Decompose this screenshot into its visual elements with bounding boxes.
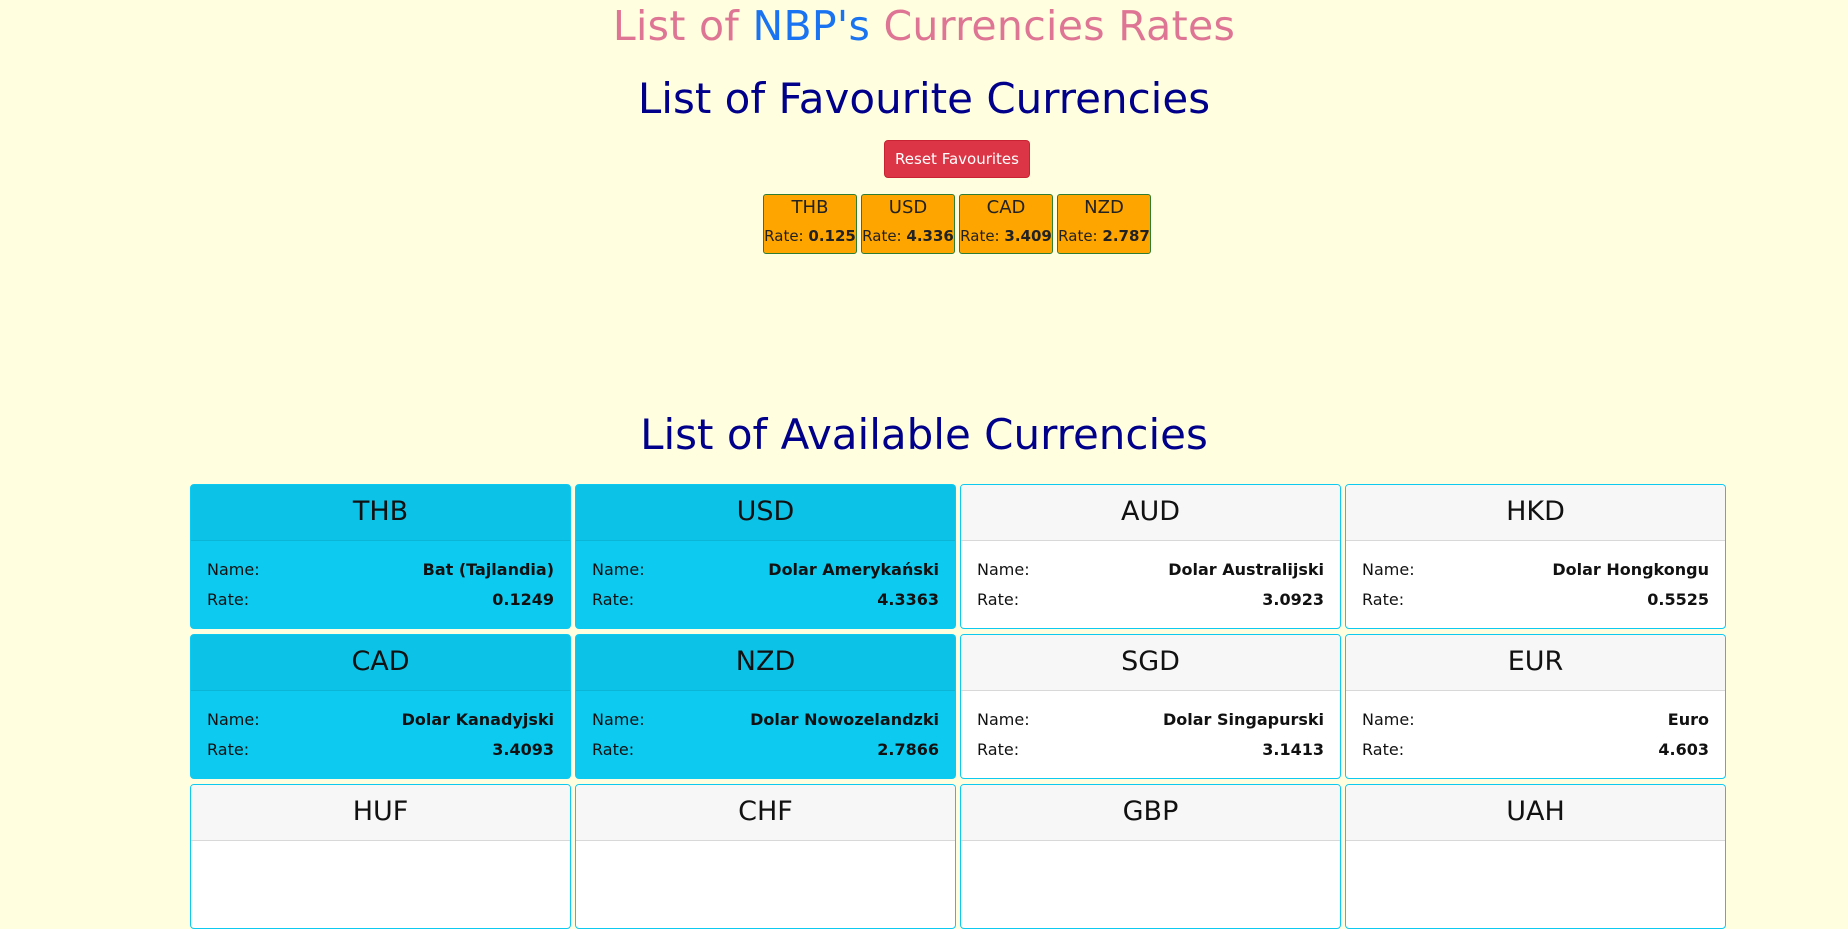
favourite-code: CAD bbox=[986, 197, 1026, 218]
currency-code: GBP bbox=[961, 785, 1340, 841]
currency-card-nzd[interactable]: NZD Name: Dolar Nowozelandzki Rate: 2.7866 bbox=[575, 634, 956, 779]
rate-label: Rate: bbox=[592, 740, 635, 759]
currency-name: Dolar Singapurski bbox=[1162, 710, 1324, 729]
currency-name: Dolar Hongkongu bbox=[1552, 560, 1709, 579]
favourite-code: USD bbox=[888, 197, 928, 218]
name-label: Name: bbox=[592, 710, 645, 729]
favourite-rate-value: 3.409 bbox=[1004, 227, 1052, 245]
currency-code: THB bbox=[191, 485, 570, 541]
favourite-rate: Rate: 3.409 bbox=[960, 227, 1052, 245]
currency-rate: 4.603 bbox=[1658, 740, 1709, 759]
currency-card-thb[interactable]: THB Name: Bat (Tajlandia) Rate: 0.1249 bbox=[190, 484, 571, 629]
favourite-rate-value: 4.336 bbox=[906, 227, 954, 245]
currency-code: UAH bbox=[1346, 785, 1725, 841]
currency-rate: 0.1249 bbox=[492, 590, 554, 609]
currency-code: CHF bbox=[576, 785, 955, 841]
currency-name: Dolar Kanadyjski bbox=[401, 710, 554, 729]
favourite-rate-label: Rate: bbox=[1058, 227, 1098, 245]
currency-name: Euro bbox=[1667, 710, 1709, 729]
favourite-chip-nzd[interactable]: NZD Rate: 2.787 bbox=[1057, 194, 1151, 254]
currency-code: USD bbox=[576, 485, 955, 541]
favourite-rate: Rate: 4.336 bbox=[862, 227, 954, 245]
currency-code: CAD bbox=[191, 635, 570, 691]
currency-rate: 2.7866 bbox=[877, 740, 939, 759]
name-label: Name: bbox=[1362, 710, 1415, 729]
currency-name: Dolar Nowozelandzki bbox=[750, 710, 939, 729]
favourite-chip-thb[interactable]: THB Rate: 0.125 bbox=[763, 194, 857, 254]
currency-card-usd[interactable]: USD Name: Dolar Amerykański Rate: 4.3363 bbox=[575, 484, 956, 629]
name-label: Name: bbox=[207, 560, 260, 579]
favourite-rate: Rate: 2.787 bbox=[1058, 227, 1150, 245]
currency-card-gbp[interactable]: GBP bbox=[960, 784, 1341, 929]
currency-rate: 3.0923 bbox=[1262, 590, 1324, 609]
available-heading: List of Available Currencies bbox=[640, 410, 1208, 459]
favourite-rate: Rate: 0.125 bbox=[764, 227, 856, 245]
favourites-list: THB Rate: 0.125 USD Rate: 4.336 CAD Rate… bbox=[763, 194, 1151, 254]
currency-code: AUD bbox=[961, 485, 1340, 541]
currency-rate: 0.5525 bbox=[1647, 590, 1709, 609]
rate-label: Rate: bbox=[977, 740, 1020, 759]
currency-rate: 4.3363 bbox=[877, 590, 939, 609]
currency-name: Bat (Tajlandia) bbox=[422, 560, 554, 579]
currency-grid: THB Name: Bat (Tajlandia) Rate: 0.1249 USD… bbox=[190, 484, 1726, 929]
rate-label: Rate: bbox=[592, 590, 635, 609]
currency-card-huf[interactable]: HUF bbox=[190, 784, 571, 929]
currency-code: SGD bbox=[961, 635, 1340, 691]
favourites-heading: List of Favourite Currencies bbox=[637, 74, 1211, 123]
currency-card-chf[interactable]: CHF bbox=[575, 784, 956, 929]
favourite-rate-label: Rate: bbox=[764, 227, 804, 245]
name-label: Name: bbox=[977, 560, 1030, 579]
currency-card-eur[interactable]: EUR Name: Euro Rate: 4.603 bbox=[1345, 634, 1726, 779]
title-suffix: Currencies Rates bbox=[870, 2, 1236, 50]
currency-code: HUF bbox=[191, 785, 570, 841]
currency-card-aud[interactable]: AUD Name: Dolar Australijski Rate: 3.0923 bbox=[960, 484, 1341, 629]
rate-label: Rate: bbox=[1362, 740, 1405, 759]
name-label: Name: bbox=[592, 560, 645, 579]
favourite-code: THB bbox=[791, 197, 829, 218]
currency-code: HKD bbox=[1346, 485, 1725, 541]
favourite-code: NZD bbox=[1084, 197, 1124, 218]
reset-favourites-button[interactable]: Reset Favourites bbox=[884, 140, 1030, 178]
title-brand: NBP's bbox=[752, 2, 871, 50]
favourite-rate-value: 2.787 bbox=[1102, 227, 1150, 245]
currency-code: EUR bbox=[1346, 635, 1725, 691]
favourite-chip-usd[interactable]: USD Rate: 4.336 bbox=[861, 194, 955, 254]
rate-label: Rate: bbox=[1362, 590, 1405, 609]
currency-rate: 3.4093 bbox=[492, 740, 554, 759]
name-label: Name: bbox=[1362, 560, 1415, 579]
currency-name: Dolar Amerykański bbox=[768, 560, 939, 579]
currency-card-uah[interactable]: UAH bbox=[1345, 784, 1726, 929]
rate-label: Rate: bbox=[207, 590, 250, 609]
name-label: Name: bbox=[977, 710, 1030, 729]
currency-card-sgd[interactable]: SGD Name: Dolar Singapurski Rate: 3.1413 bbox=[960, 634, 1341, 779]
rate-label: Rate: bbox=[207, 740, 250, 759]
currency-code: NZD bbox=[576, 635, 955, 691]
favourite-rate-value: 0.125 bbox=[808, 227, 856, 245]
favourite-chip-cad[interactable]: CAD Rate: 3.409 bbox=[959, 194, 1053, 254]
title-prefix: List of bbox=[612, 2, 753, 50]
favourite-rate-label: Rate: bbox=[862, 227, 902, 245]
currency-card-hkd[interactable]: HKD Name: Dolar Hongkongu Rate: 0.5525 bbox=[1345, 484, 1726, 629]
rate-label: Rate: bbox=[977, 590, 1020, 609]
page-title: List of NBP's Currencies Rates bbox=[0, 2, 1848, 50]
name-label: Name: bbox=[207, 710, 260, 729]
currency-rate: 3.1413 bbox=[1262, 740, 1324, 759]
favourite-rate-label: Rate: bbox=[960, 227, 1000, 245]
currency-name: Dolar Australijski bbox=[1168, 560, 1324, 579]
currency-card-cad[interactable]: CAD Name: Dolar Kanadyjski Rate: 3.4093 bbox=[190, 634, 571, 779]
